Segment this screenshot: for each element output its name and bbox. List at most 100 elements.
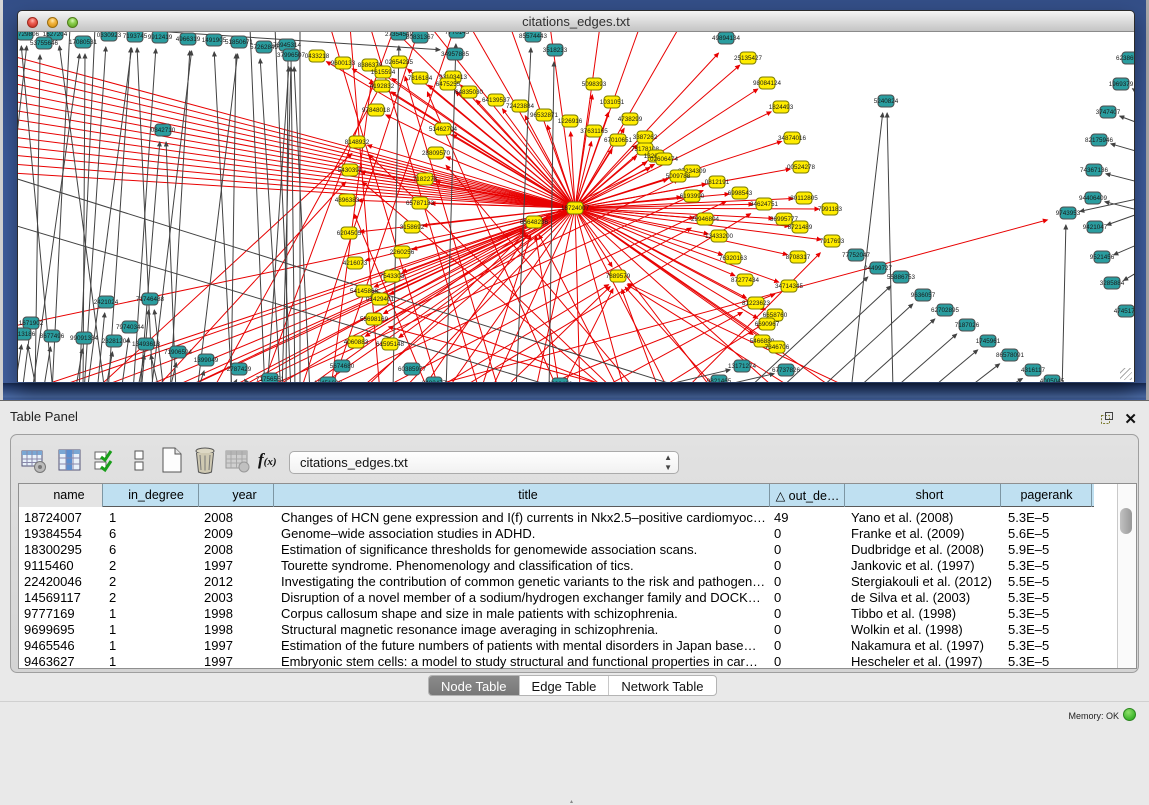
svg-text:7543303: 7543303 bbox=[380, 273, 405, 280]
svg-text:64835030: 64835030 bbox=[455, 89, 484, 96]
svg-text:3482477: 3482477 bbox=[422, 380, 447, 382]
svg-text:62386922: 62386922 bbox=[1116, 55, 1134, 62]
svg-text:6998543: 6998543 bbox=[728, 190, 753, 197]
svg-text:7182278: 7182278 bbox=[413, 176, 438, 183]
svg-text:3158692: 3158692 bbox=[400, 224, 425, 231]
svg-text:9413186: 9413186 bbox=[18, 331, 36, 338]
svg-text:7770143: 7770143 bbox=[445, 32, 470, 36]
svg-text:65648236: 65648236 bbox=[520, 219, 549, 226]
svg-text:2328120: 2328120 bbox=[102, 338, 127, 345]
svg-text:02654235: 02654235 bbox=[385, 59, 414, 66]
svg-text:8708317: 8708317 bbox=[786, 254, 811, 261]
svg-text:4966319: 4966319 bbox=[176, 36, 201, 43]
svg-text:3387262: 3387262 bbox=[633, 134, 658, 141]
svg-text:15451680: 15451680 bbox=[314, 380, 343, 382]
svg-text:9600133: 9600133 bbox=[331, 60, 356, 67]
svg-text:1824493: 1824493 bbox=[769, 104, 794, 111]
svg-text:2260256: 2260256 bbox=[390, 249, 415, 256]
svg-text:34714345: 34714345 bbox=[775, 283, 804, 290]
svg-text:34957885: 34957885 bbox=[441, 51, 470, 58]
svg-text:2421024: 2421024 bbox=[94, 299, 119, 306]
svg-text:86578091: 86578091 bbox=[996, 352, 1025, 359]
svg-text:67737826: 67737826 bbox=[772, 367, 801, 374]
svg-text:85574443: 85574443 bbox=[519, 33, 548, 40]
svg-text:7193745: 7193745 bbox=[123, 33, 148, 40]
svg-text:5009788: 5009788 bbox=[666, 173, 691, 180]
svg-text:34624751: 34624751 bbox=[750, 201, 779, 208]
svg-text:7917693: 7917693 bbox=[820, 238, 845, 245]
svg-text:5430391: 5430391 bbox=[338, 167, 363, 174]
svg-text:25135427: 25135427 bbox=[734, 55, 763, 62]
svg-text:02606474: 02606474 bbox=[650, 156, 679, 163]
svg-text:0932480: 0932480 bbox=[548, 381, 573, 382]
svg-text:7346706: 7346706 bbox=[765, 344, 790, 351]
svg-text:7991183: 7991183 bbox=[818, 206, 843, 213]
svg-text:8148932: 8148932 bbox=[345, 139, 370, 146]
svg-text:3747407: 3747407 bbox=[1096, 109, 1121, 116]
svg-text:37996507: 37996507 bbox=[277, 52, 306, 59]
svg-text:65787133: 65787133 bbox=[406, 200, 435, 207]
svg-text:82175946: 82175946 bbox=[1085, 137, 1114, 144]
svg-text:74367136: 74367136 bbox=[1080, 167, 1109, 174]
svg-text:9821465: 9821465 bbox=[707, 378, 732, 382]
svg-text:4896383: 4896383 bbox=[335, 197, 360, 204]
svg-text:1491905: 1491905 bbox=[202, 37, 227, 44]
svg-text:13171274: 13171274 bbox=[728, 363, 757, 370]
svg-text:87277434: 87277434 bbox=[731, 277, 760, 284]
svg-text:37631165: 37631165 bbox=[580, 128, 608, 135]
svg-text:3518233: 3518233 bbox=[543, 47, 568, 54]
svg-text:67010651: 67010651 bbox=[604, 137, 633, 144]
svg-text:0842710: 0842710 bbox=[151, 127, 176, 134]
svg-text:4060883: 4060883 bbox=[344, 339, 369, 346]
svg-text:1615594: 1615594 bbox=[371, 69, 396, 76]
svg-text:55886753: 55886753 bbox=[887, 274, 916, 281]
svg-text:28809570: 28809570 bbox=[422, 150, 451, 157]
svg-text:71756551: 71756551 bbox=[256, 376, 285, 382]
svg-text:01429401: 01429401 bbox=[366, 296, 395, 303]
svg-text:1745961: 1745961 bbox=[976, 338, 1001, 345]
svg-text:1969379: 1969379 bbox=[1109, 81, 1134, 88]
svg-text:6475255: 6475255 bbox=[436, 81, 461, 88]
svg-text:4316117: 4316117 bbox=[1021, 367, 1046, 374]
svg-text:5240824: 5240824 bbox=[874, 98, 899, 105]
svg-text:9421047: 9421047 bbox=[1083, 224, 1108, 231]
svg-text:8677496: 8677496 bbox=[40, 333, 65, 340]
svg-text:1031051: 1031051 bbox=[600, 99, 625, 106]
svg-text:6690967: 6690967 bbox=[755, 321, 780, 328]
svg-text:99091334: 99091334 bbox=[70, 335, 99, 342]
svg-text:17080531: 17080531 bbox=[69, 39, 98, 46]
svg-text:4216073: 4216073 bbox=[343, 260, 368, 267]
svg-text:9636057: 9636057 bbox=[911, 292, 936, 299]
svg-text:55698169: 55698169 bbox=[360, 316, 389, 323]
svg-text:77752047: 77752047 bbox=[842, 252, 871, 259]
svg-text:98084124: 98084124 bbox=[753, 80, 782, 87]
svg-text:0812191: 0812191 bbox=[705, 179, 730, 186]
svg-text:7816184: 7816184 bbox=[408, 75, 433, 82]
svg-text:29946804: 29946804 bbox=[691, 216, 720, 223]
svg-text:81223623: 81223623 bbox=[742, 300, 771, 307]
svg-text:94406409: 94406409 bbox=[1079, 195, 1108, 202]
svg-text:04499727: 04499727 bbox=[864, 265, 893, 272]
svg-text:4192832: 4192832 bbox=[370, 83, 395, 90]
svg-text:60385977: 60385977 bbox=[398, 366, 427, 373]
svg-text:18724007: 18724007 bbox=[561, 205, 590, 212]
svg-text:4738299: 4738299 bbox=[618, 116, 643, 123]
svg-text:5674680: 5674680 bbox=[330, 363, 355, 370]
svg-text:00524278: 00524278 bbox=[787, 164, 816, 171]
svg-text:62729806: 62729806 bbox=[18, 32, 39, 38]
svg-text:3285884: 3285884 bbox=[1100, 280, 1125, 287]
svg-text:80112805: 80112805 bbox=[790, 195, 818, 202]
svg-text:72423884: 72423884 bbox=[506, 103, 535, 110]
svg-text:1226916: 1226916 bbox=[558, 118, 583, 125]
svg-text:0433218: 0433218 bbox=[305, 53, 330, 60]
svg-text:51462704: 51462704 bbox=[429, 126, 458, 133]
svg-text:13433200: 13433200 bbox=[705, 233, 734, 240]
svg-text:96532871: 96532871 bbox=[530, 112, 559, 119]
svg-text:76945314: 76945314 bbox=[273, 42, 302, 49]
svg-text:6193990: 6193990 bbox=[680, 193, 705, 200]
svg-text:4745171: 4745171 bbox=[1114, 308, 1134, 315]
svg-text:4005045: 4005045 bbox=[1040, 378, 1065, 382]
svg-text:6204505: 6204505 bbox=[337, 230, 362, 237]
svg-text:2787429: 2787429 bbox=[227, 366, 252, 373]
svg-text:9521456: 9521456 bbox=[1090, 254, 1115, 261]
